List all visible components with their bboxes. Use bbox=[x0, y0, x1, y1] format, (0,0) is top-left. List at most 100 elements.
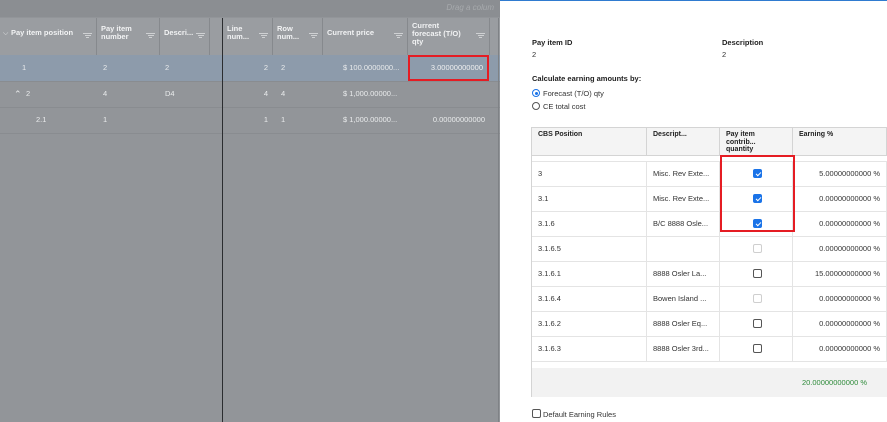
cell-row: 2 bbox=[281, 63, 286, 72]
filter-icon[interactable] bbox=[309, 33, 318, 39]
cell-row: 1 bbox=[281, 115, 286, 124]
column-label: Earning % bbox=[799, 131, 834, 138]
cell-line: 4 bbox=[263, 89, 268, 98]
cell-earning: 15.00000000000 % bbox=[793, 262, 887, 286]
radio-forecast-qty[interactable] bbox=[532, 89, 540, 97]
column-label: Current price bbox=[327, 28, 375, 37]
cell-price: $ 1,000.00000... bbox=[343, 115, 398, 124]
default-earning-rules-checkbox[interactable] bbox=[532, 409, 541, 418]
cell-description: D4 bbox=[165, 89, 175, 98]
cell-cbs: 3.1.6.5 bbox=[532, 237, 647, 261]
cell-number: 1 bbox=[103, 115, 108, 124]
table-row[interactable]: 3.1.6.5 0.00000000000 % bbox=[532, 237, 887, 262]
column-header-current-price[interactable]: Current price bbox=[323, 18, 408, 55]
cell-number: 2 bbox=[103, 63, 108, 72]
table-row[interactable]: 3.1.6.4 Bowen Island ... 0.00000000000 % bbox=[532, 287, 887, 312]
column-label: Pay item number bbox=[101, 24, 132, 41]
cell-description: Misc. Rev Exte... bbox=[647, 162, 720, 186]
cell-cbs: 3.1.6 bbox=[532, 212, 647, 236]
table-row[interactable]: 2.1 1 1 1 $ 1,000.00000... 0.00000000000 bbox=[0, 107, 500, 134]
column-label: Descri... bbox=[164, 28, 194, 37]
cell-forecast: 3.00000000000 bbox=[430, 63, 483, 72]
column-header-cbs-position[interactable]: CBS Position bbox=[532, 128, 647, 156]
radio-forecast-label: Forecast (T/O) qty bbox=[543, 89, 604, 98]
chevron-down-icon: ⌵ bbox=[3, 30, 9, 37]
cell-description: 8888 Osler La... bbox=[647, 262, 720, 286]
description-value: 2 bbox=[722, 50, 727, 59]
column-label: Row num... bbox=[277, 24, 300, 41]
column-header-pay-item-position[interactable]: ⌵ Pay item position bbox=[0, 18, 97, 55]
group-drop-area[interactable]: Drag a colum bbox=[0, 0, 500, 17]
filter-icon[interactable] bbox=[83, 33, 92, 39]
column-header-pay-item-number[interactable]: Pay item number bbox=[97, 18, 160, 55]
contrib-checkbox[interactable] bbox=[753, 269, 762, 278]
column-header-description[interactable]: Descript... bbox=[647, 128, 720, 156]
cell-description: 2 bbox=[165, 63, 170, 72]
highlight-forecast-cell[interactable]: 3.00000000000 bbox=[408, 55, 489, 81]
column-label: Pay item position bbox=[11, 28, 74, 37]
cell-description: 8888 Osler 3rd... bbox=[647, 337, 720, 361]
pay-items-grid: Drag a colum ⌵ Pay item position Pay ite… bbox=[0, 0, 500, 422]
pay-item-id-value: 2 bbox=[532, 50, 537, 59]
contrib-checkbox[interactable] bbox=[753, 319, 762, 328]
cell-cbs: 3.1.6.4 bbox=[532, 287, 647, 311]
table-row[interactable]: ⌃ 2 4 D4 4 4 $ 1,000.00000... bbox=[0, 81, 500, 108]
cell-position: 2.1 bbox=[36, 115, 47, 124]
cell-position: 2 bbox=[26, 89, 31, 98]
chevron-up-icon[interactable]: ⌃ bbox=[14, 81, 22, 107]
cell-description: Misc. Rev Exte... bbox=[647, 187, 720, 211]
cbs-table: CBS Position Descript... Pay item contri… bbox=[531, 127, 887, 397]
grid-header: ⌵ Pay item position Pay item number Desc… bbox=[0, 18, 500, 56]
table-row[interactable]: 3.1.6.1 8888 Osler La... 15.00000000000 … bbox=[532, 262, 887, 287]
cell-earning: 0.00000000000 % bbox=[793, 212, 887, 236]
column-label: Pay item contrib... quantity bbox=[726, 131, 756, 153]
filter-icon[interactable] bbox=[259, 33, 268, 39]
column-header-line-number[interactable]: Line num... bbox=[223, 18, 273, 55]
cell-description: B/C 8888 Osle... bbox=[647, 212, 720, 236]
column-header-contrib-quantity[interactable]: Pay item contrib... quantity bbox=[720, 128, 793, 156]
cell-description: 8888 Osler Eq... bbox=[647, 312, 720, 336]
contrib-checkbox-disabled bbox=[753, 244, 762, 253]
filter-icon[interactable] bbox=[196, 33, 205, 39]
column-label: CBS Position bbox=[538, 131, 583, 138]
column-header-earning-percent[interactable]: Earning % bbox=[793, 128, 887, 156]
description-label: Description bbox=[722, 38, 764, 47]
column-label: Line num... bbox=[227, 24, 250, 41]
earning-total: 20.00000000000 % bbox=[801, 378, 867, 387]
cell-contrib bbox=[720, 312, 793, 336]
earning-total-row: 20.00000000000 % bbox=[532, 368, 887, 397]
cell-contrib bbox=[720, 337, 793, 361]
cell-earning: 5.00000000000 % bbox=[793, 162, 887, 186]
column-header-row-number[interactable]: Row num... bbox=[273, 18, 323, 55]
cell-contrib bbox=[720, 262, 793, 286]
filter-icon[interactable] bbox=[476, 33, 485, 39]
column-header-description[interactable]: Descri... bbox=[160, 18, 210, 55]
filter-icon[interactable] bbox=[394, 33, 403, 39]
column-label: Current forecast (T/O) qty bbox=[412, 21, 461, 46]
contrib-checkbox[interactable] bbox=[753, 344, 762, 353]
table-row[interactable]: 3.1.6.2 8888 Osler Eq... 0.00000000000 % bbox=[532, 312, 887, 337]
cell-earning: 0.00000000000 % bbox=[793, 187, 887, 211]
table-row[interactable]: 3.1.6.3 8888 Osler 3rd... 0.00000000000 … bbox=[532, 337, 887, 362]
cell-price: $ 100.0000000... bbox=[343, 63, 400, 72]
cell-earning: 0.00000000000 % bbox=[793, 337, 887, 361]
table-row[interactable]: 3.1 Misc. Rev Exte... 0.00000000000 % bbox=[532, 187, 887, 212]
cell-line: 2 bbox=[263, 63, 268, 72]
column-divider bbox=[498, 18, 499, 422]
cell-number: 4 bbox=[103, 89, 108, 98]
cell-contrib bbox=[720, 237, 793, 261]
cell-description bbox=[647, 237, 720, 261]
cell-earning: 0.00000000000 % bbox=[793, 312, 887, 336]
filter-icon[interactable] bbox=[146, 33, 155, 39]
table-row[interactable]: 3.1.6 B/C 8888 Osle... 0.00000000000 % bbox=[532, 212, 887, 237]
cell-description: Bowen Island ... bbox=[647, 287, 720, 311]
column-header-current-forecast-qty[interactable]: Current forecast (T/O) qty bbox=[408, 18, 490, 55]
table-row[interactable]: 3 Misc. Rev Exte... 5.00000000000 % bbox=[532, 162, 887, 187]
radio-ce-total-cost[interactable] bbox=[532, 102, 540, 110]
cell-forecast: 0.00000000000 bbox=[432, 115, 485, 124]
earning-rules-panel: Pay item ID 2 Description 2 Calculate ea… bbox=[500, 0, 887, 422]
cell-earning: 0.00000000000 % bbox=[793, 287, 887, 311]
radio-ce-label: CE total cost bbox=[543, 102, 586, 111]
cell-cbs: 3.1.6.1 bbox=[532, 262, 647, 286]
column-divider bbox=[222, 18, 223, 422]
